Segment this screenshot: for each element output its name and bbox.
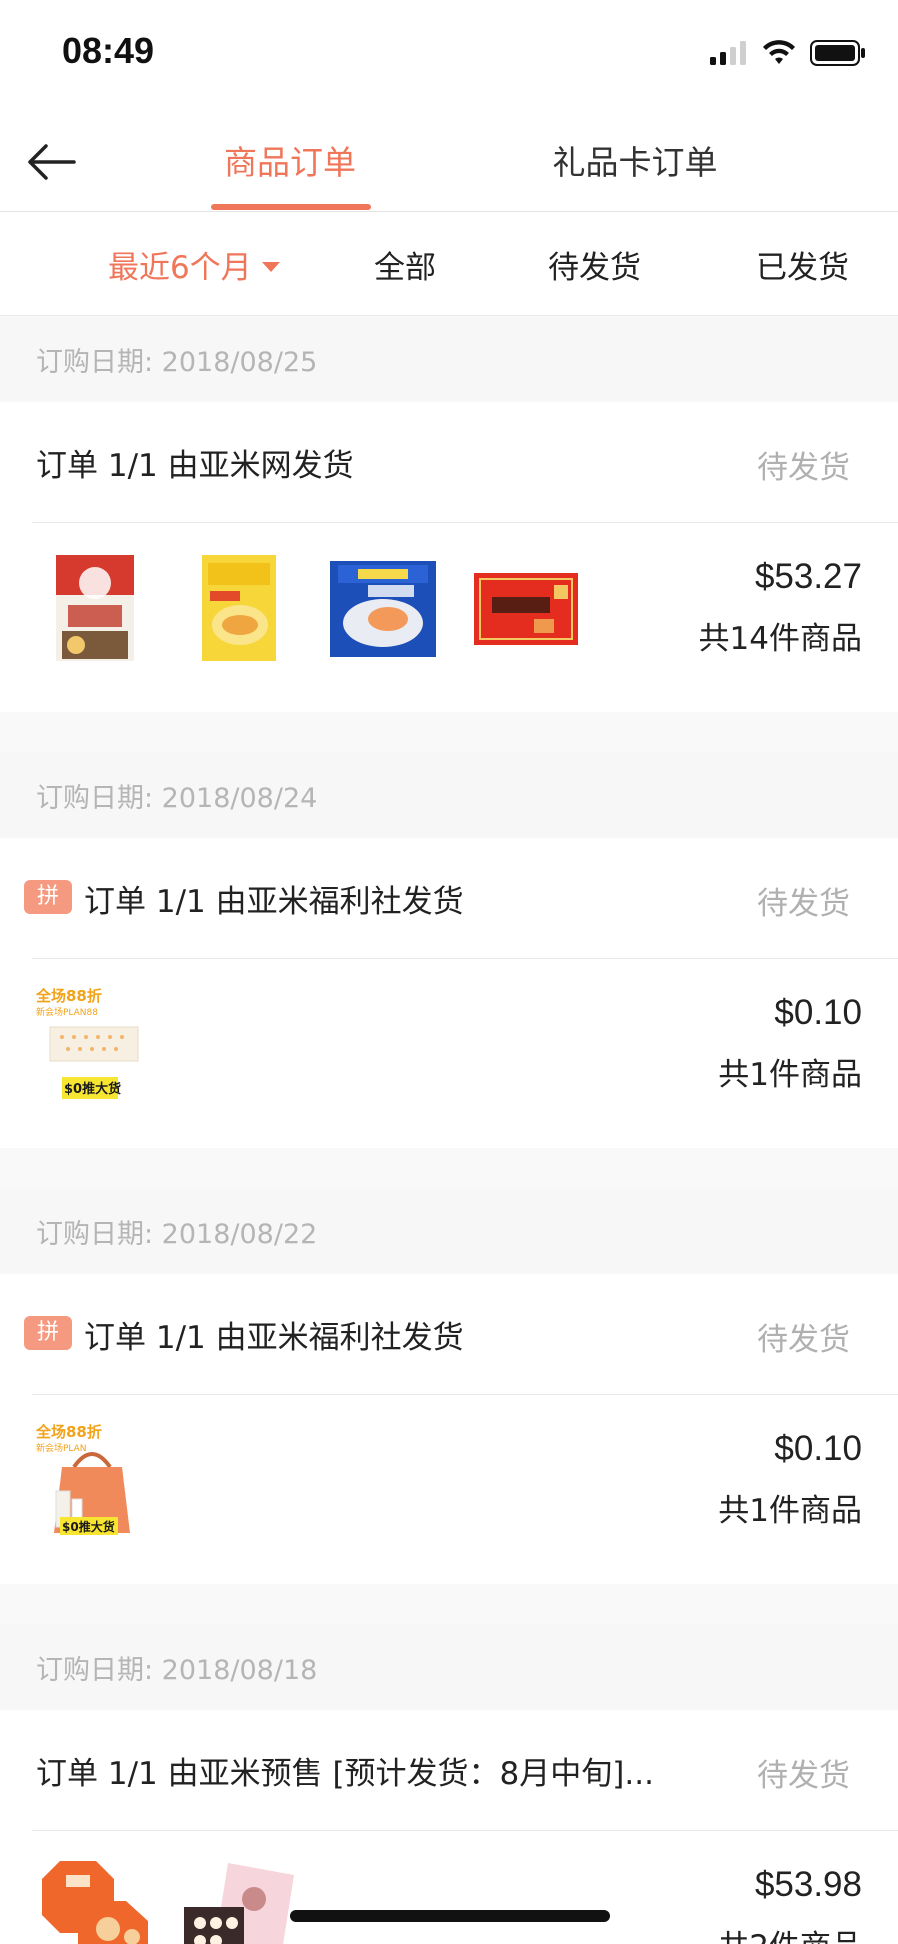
order-date-row: 订购日期: 2018/08/22 [0,1188,898,1274]
status-time: 08:49 [62,30,155,71]
thumb-promo-text: 全场88折 [35,987,102,1005]
home-indicator[interactable] [290,1910,610,1922]
product-thumbnail [202,555,276,661]
order-title: 订单 1/1 由亚米预售 [预计发货：8月中旬]... [36,1756,654,1792]
battery-icon [810,40,865,66]
thumb-promo-text: 全场88折 [35,1423,102,1441]
filter-shipped[interactable]: 已发货 [756,242,849,287]
thumb-promo-subtext: 新会场PLAN [36,1442,87,1454]
product-thumbnail [184,1863,294,1944]
order-price: $53.98 [754,1865,862,1904]
order-header: 拼 订单 1/1 由亚米福利社发货 待发货 [0,1274,898,1394]
order-date-row: 订购日期: 2018/08/24 [0,752,898,838]
product-thumbnail: 全场88折 新会场PLAN $0推大货 [35,1423,130,1535]
order-item-count: 共1件商品 [718,1057,862,1093]
order-items: $53.27 共14件商品 [0,523,898,711]
order-title: 订单 1/1 由亚米福利社发货 [84,1320,464,1356]
product-thumbnail [56,555,134,661]
order-price: $0.10 [774,1429,862,1468]
order-status: 待发货 [757,886,850,922]
order-items: 全场88折 新会场PLAN $0推大货 $0.10 共1件商品 [0,1395,898,1583]
order-date: 订购日期: 2018/08/24 [36,783,318,814]
order-header: 拼 订单 1/1 由亚米福利社发货 待发货 [0,838,898,958]
order-title: 订单 1/1 由亚米福利社发货 [84,884,464,920]
order-price: $53.27 [754,557,862,596]
order-header: 订单 1/1 由亚米预售 [预计发货：8月中旬]... 待发货 [0,1710,898,1830]
tab-gift-card-orders[interactable]: 礼品卡订单 [540,136,730,184]
order-date: 订购日期: 2018/08/25 [36,347,318,378]
filter-bar: 最近6个月 全部 待发货 已发货 [0,212,898,316]
product-thumbnail [330,561,436,657]
order-item-count: 共1件商品 [718,1493,862,1529]
active-tab-indicator [211,204,371,210]
order-card[interactable]: 订单 1/1 由亚米网发货 待发货 $53.27 共14件商品 [0,402,898,712]
thumb-promo-subtext: 新会场PLAN88 [36,1006,98,1018]
order-date-row: 订购日期: 2018/08/25 [0,316,898,402]
order-item-count: 共2件商品 [718,1921,862,1944]
caret-down-icon [261,261,280,272]
tab-goods-orders[interactable]: 商品订单 [210,136,370,184]
filter-recent-6-months[interactable]: 最近6个月 [108,242,280,287]
order-price: $0.10 [774,993,862,1032]
product-thumbnail [474,573,578,645]
filter-pending[interactable]: 待发货 [548,242,641,287]
product-thumbnail [42,1861,148,1944]
order-date-row: 订购日期: 2018/08/18 [0,1624,898,1710]
group-buy-badge: 拼 [24,880,72,914]
order-date: 订购日期: 2018/08/18 [36,1655,318,1686]
wifi-icon [763,40,795,64]
order-card[interactable]: 拼 订单 1/1 由亚米福利社发货 待发货 全场88折 新会场PLAN $0推大… [0,1274,898,1584]
cellular-signal-icon [710,41,746,65]
order-title: 订单 1/1 由亚米网发货 [36,448,354,484]
thumb-promo-tag: $0推大货 [64,1081,121,1097]
order-card[interactable]: 拼 订单 1/1 由亚米福利社发货 待发货 全场88折 新会场PLAN88 $0… [0,838,898,1148]
order-items: 全场88折 新会场PLAN88 $0推大货 $0.10 共1件商品 [0,959,898,1147]
thumb-promo-tag: $0推大货 [62,1519,115,1534]
order-items: $53.98 共2件商品 [0,1831,898,1944]
status-icons [710,40,866,66]
order-status: 待发货 [757,450,850,486]
group-buy-badge: 拼 [24,1316,72,1350]
status-bar: 08:49 [0,0,898,110]
order-date: 订购日期: 2018/08/22 [36,1219,318,1250]
order-status: 待发货 [757,1322,850,1358]
filter-recent-label: 最近6个月 [108,250,252,286]
order-header: 订单 1/1 由亚米网发货 待发货 [0,402,898,522]
product-thumbnail: 全场88折 新会场PLAN88 $0推大货 [35,987,139,1099]
filter-all[interactable]: 全部 [374,242,436,287]
order-card[interactable]: 订单 1/1 由亚米预售 [预计发货：8月中旬]... 待发货 $53.98 共… [0,1710,898,1944]
order-tabs-header: 商品订单 礼品卡订单 [0,110,898,212]
back-arrow-icon[interactable] [24,134,80,190]
order-status: 待发货 [757,1758,850,1794]
order-item-count: 共14件商品 [698,621,862,657]
